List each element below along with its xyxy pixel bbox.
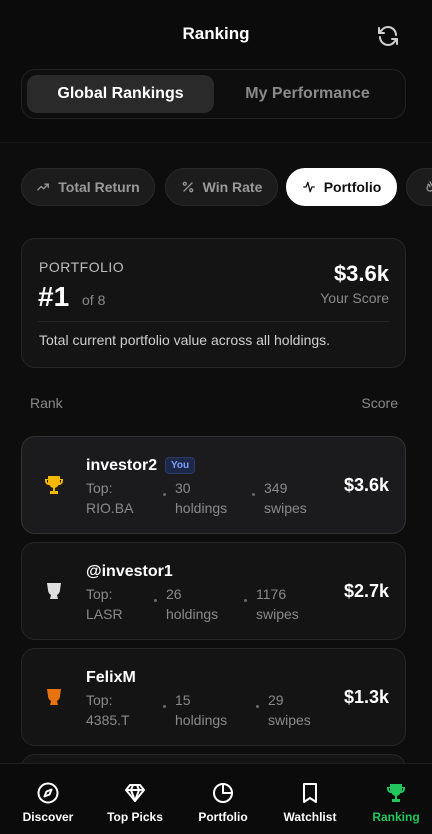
top-label: Top: [86,480,113,496]
separator-dot [244,599,247,602]
nav-watchlist[interactable]: Watchlist [268,764,352,834]
holdings-count: 26 holdings [166,584,218,624]
ranking-summary-card: PORTFOLIO #1 of 8 $3.6k Your Score Total… [21,238,406,368]
holdings-label: holdings [175,500,228,516]
username: @investor1 [86,563,173,580]
you-badge: You [165,457,196,474]
swipes-count: 29 swipes [268,690,311,730]
swipes-value: 29 [268,692,284,708]
nav-portfolio[interactable]: Portfolio [181,764,265,834]
holdings-value: 30 [175,480,191,496]
trophy-icon [387,784,405,802]
pulse-icon [302,181,315,193]
separator-dot [154,599,157,602]
swipes-count: 1176 swipes [256,584,299,624]
filter-label: Total Return [58,179,140,195]
top-ticker: LASR [86,606,123,622]
top-ticker: 4385.T [86,712,130,728]
top-ticker: RIO.BA [86,500,134,516]
rank-total: of 8 [82,292,106,308]
metric-filter-bar: Total Return Win Rate Portfolio [21,168,432,206]
tab-global-rankings[interactable]: Global Rankings [27,75,214,113]
filter-label: Win Rate [202,179,263,195]
medal-icon [42,685,66,709]
nav-label: Ranking [372,810,420,824]
view-switcher: Global Rankings My Performance [21,69,406,119]
flame-icon [426,181,432,192]
nav-label: Discover [22,810,74,824]
top-label: Top: [86,586,113,602]
filter-total-return[interactable]: Total Return [21,168,155,206]
ranking-row[interactable]: FelixM Top: 4385.T 15 holdings 29 swipes… [21,648,406,746]
bookmark-icon [303,783,317,803]
swipes-label: swipes [264,500,307,516]
user-score-label: Your Score [320,290,389,306]
nav-label: Watchlist [283,810,337,824]
percent-icon [182,181,193,193]
nav-label: Portfolio [198,810,248,824]
refresh-icon[interactable] [376,24,400,48]
column-header-rank: Rank [30,395,63,411]
ranking-row[interactable]: @investor1 Top: LASR 26 holdings 1176 sw… [21,542,406,640]
tab-my-performance[interactable]: My Performance [214,75,401,113]
swipes-value: 349 [264,480,288,496]
holdings-count: 30 holdings [175,478,227,518]
holdings-count: 15 holdings [175,690,227,730]
username: FelixM [86,669,136,686]
divider [38,321,389,322]
holdings-label: holdings [175,712,228,728]
swipes-count: 349 swipes [264,478,307,518]
filter-label: Portfolio [323,179,382,195]
metric-label: PORTFOLIO [39,259,125,275]
filter-win-rate[interactable]: Win Rate [165,168,278,206]
bottom-nav: Discover Top Picks Portfolio Watchlist R… [0,763,432,834]
row-score: $2.7k [343,581,389,601]
nav-label: Top Picks [107,810,163,824]
header: Ranking [0,0,432,70]
trend-up-icon [37,183,50,191]
top-label: Top: [86,692,113,708]
trophy-icon [42,473,66,497]
medal-icon [42,579,66,603]
row-score: $3.6k [343,475,389,495]
holdings-value: 26 [166,586,182,602]
separator-dot [252,493,255,496]
nav-top-picks[interactable]: Top Picks [93,764,177,834]
top-holding: Top: RIO.BA [86,478,133,518]
row-score: $1.3k [343,687,389,707]
swipes-label: swipes [256,606,299,622]
holdings-value: 15 [175,692,191,708]
user-rank: #1 [38,281,70,312]
filter-portfolio[interactable]: Portfolio [286,168,397,206]
ranking-row[interactable]: investor2 You Top: RIO.BA 30 holdings 34… [21,436,406,534]
top-holding: Top: LASR [86,584,123,624]
username: investor2 [86,457,158,474]
separator-dot [256,705,259,708]
metric-description: Total current portfolio value across all… [39,332,331,348]
user-score: $3.6k [333,261,389,286]
diamond-icon [125,784,145,802]
nav-ranking[interactable]: Ranking [354,764,432,834]
top-holding: Top: 4385.T [86,690,130,730]
pie-chart-icon [213,783,233,803]
column-header-score: Score [361,395,398,411]
holdings-label: holdings [166,606,219,622]
filter-more[interactable] [406,168,432,206]
swipes-value: 1176 [256,586,287,602]
separator-dot [163,493,166,496]
separator-dot [163,705,166,708]
compass-icon [37,782,59,804]
swipes-label: swipes [268,712,311,728]
nav-discover[interactable]: Discover [6,764,90,834]
page-title: Ranking [182,24,250,43]
